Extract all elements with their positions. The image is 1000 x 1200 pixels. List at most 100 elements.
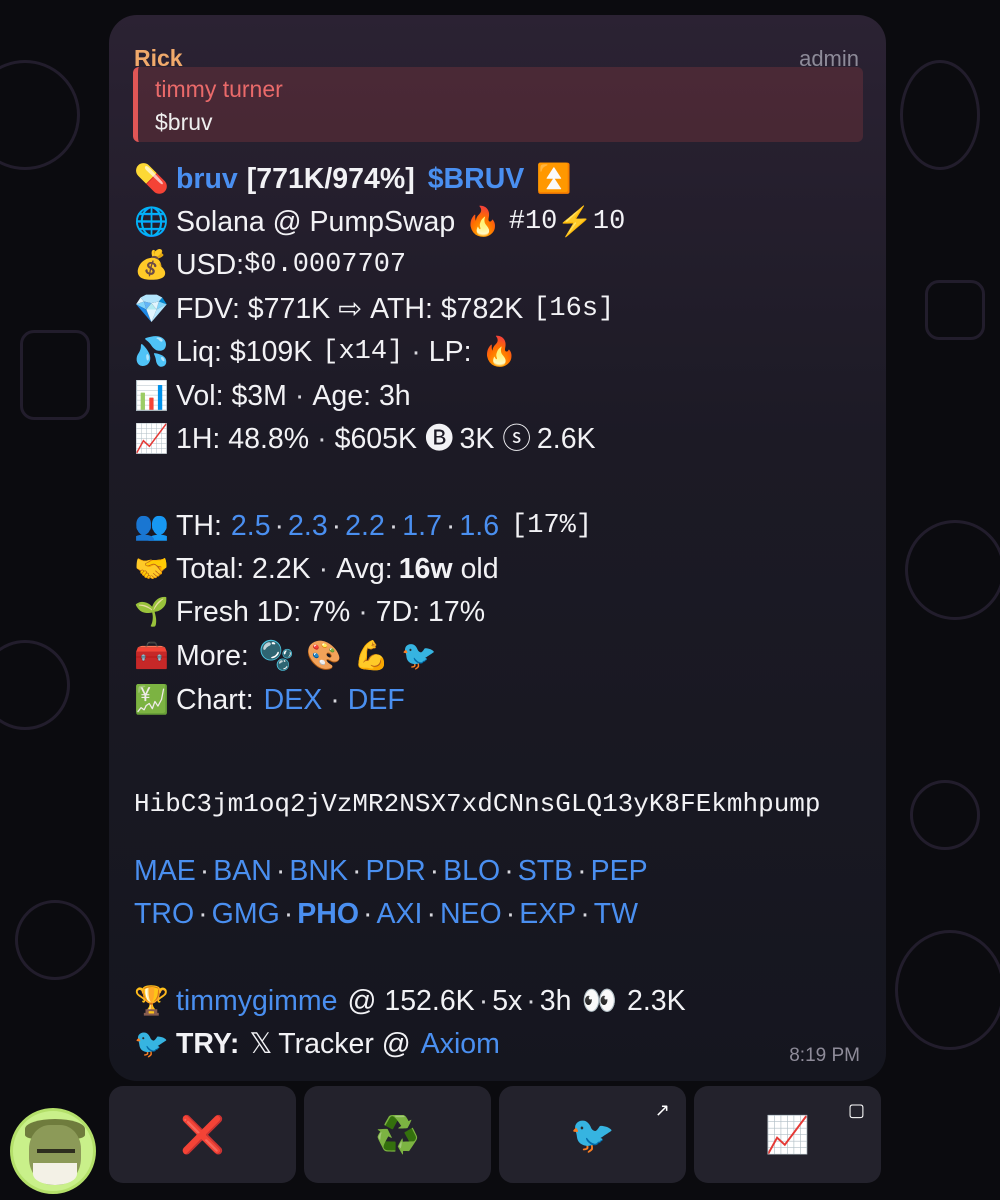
chain-line: 🌐 Solana @ PumpSwap 🔥 #10 ⚡ 10: [134, 202, 625, 242]
handshake-icon: 🤝: [134, 552, 169, 585]
seedling-icon: 🌱: [134, 595, 169, 628]
money-bag-icon: 💰: [134, 248, 169, 281]
bot-link[interactable]: BLO: [443, 851, 500, 891]
chart-app-button[interactable]: 📈 ▢: [694, 1086, 881, 1183]
liquidity-text: Liq: $109K: [176, 336, 313, 368]
separator: ·: [198, 898, 208, 930]
tracker-text: Tracker @: [278, 1028, 411, 1060]
avatar-beard: [33, 1163, 77, 1185]
pill-icon: 💊: [134, 162, 169, 195]
trophy-icon: 🏆: [134, 984, 169, 1017]
x-logo-icon: 𝕏: [249, 1028, 273, 1060]
bot-link[interactable]: NEO: [440, 894, 502, 934]
rank-text: #10: [508, 207, 558, 237]
bot-links-row-2: TRO · GMG · PHO · AXI · NEO · EXP · TW: [134, 894, 638, 934]
one-hour-change: 1H: 48.8%: [176, 423, 310, 455]
up-arrow-icon: ⏫: [536, 163, 572, 195]
axiom-link[interactable]: Axiom: [421, 1024, 500, 1064]
separator: ·: [388, 510, 399, 542]
liquidity-multiple: [x14]: [322, 337, 404, 367]
fire-icon: 🔥: [481, 336, 518, 368]
droplets-icon: 💦: [134, 335, 169, 368]
bot-link[interactable]: STB: [518, 851, 573, 891]
message-timestamp: 8:19 PM: [789, 1045, 860, 1066]
holder-link[interactable]: 2.3: [288, 506, 328, 546]
reply-quote[interactable]: timmy turner $bruv: [133, 67, 863, 142]
def-link[interactable]: DEF: [348, 680, 405, 720]
chart-yen-icon: 💹: [134, 683, 169, 716]
muscle-icon[interactable]: 💪: [354, 636, 390, 676]
bubbles-icon[interactable]: 🫧: [259, 636, 295, 676]
chart-label: Chart:: [176, 684, 254, 716]
holder-link[interactable]: 2.2: [345, 506, 385, 546]
wallpaper-doodle: [925, 280, 985, 340]
token-stats: [771K/974%]: [246, 163, 415, 195]
diamond-icon: 💎: [134, 292, 169, 325]
separator: ·: [526, 985, 536, 1017]
boost-count: 10: [592, 207, 626, 237]
ath-age: [16s]: [533, 294, 615, 324]
avatar-eyes: [37, 1149, 75, 1157]
bird-icon: 🐦: [570, 1114, 615, 1156]
bot-link[interactable]: PEP: [591, 851, 648, 891]
bird-icon[interactable]: 🐦: [401, 636, 437, 676]
separator: ·: [330, 684, 340, 716]
refresh-button[interactable]: ♻️: [304, 1086, 491, 1183]
chain-text: Solana @ PumpSwap: [176, 206, 456, 238]
separator: ·: [505, 898, 516, 930]
holder-link[interactable]: 1.6: [459, 506, 499, 546]
wallpaper-doodle: [0, 60, 80, 170]
contract-address[interactable]: HibC3jm1oq2jVzMR2NSX7xdCNnsGLQ13yK8FEkmh…: [134, 783, 874, 825]
usd-label: USD:: [176, 249, 245, 281]
bot-link[interactable]: BNK: [289, 851, 348, 891]
bot-link[interactable]: TRO: [134, 894, 194, 934]
recycle-icon: ♻️: [375, 1114, 420, 1156]
average-label: Avg:: [336, 553, 393, 585]
bot-link[interactable]: TW: [594, 894, 638, 934]
caller-multiple: 5x: [492, 985, 523, 1017]
bot-link[interactable]: BAN: [213, 851, 272, 891]
bot-links-row-1: MAE · BAN · BNK · PDR · BLO · STB · PEP: [134, 851, 648, 891]
separator: ·: [445, 510, 456, 542]
separator: ·: [199, 855, 210, 887]
bot-link[interactable]: PDR: [365, 851, 425, 891]
separator: ·: [577, 855, 587, 887]
holder-link[interactable]: 2.5: [231, 506, 271, 546]
average-suffix: old: [460, 553, 499, 585]
try-line: 🐦 TRY: 𝕏 Tracker @ Axiom: [134, 1024, 500, 1064]
separator: ·: [275, 855, 286, 887]
token-title-line: 💊 bruv [771K/974%] $BRUV ⏫: [134, 159, 572, 199]
reply-text: $bruv: [155, 109, 213, 135]
arrow-icon: ⇨: [338, 293, 363, 325]
ticker-link[interactable]: $BRUV: [428, 159, 525, 199]
top-holders-line: 👥 TH: 2.5 · 2.3 · 2.2 · 1.7 · 1.6 [17%]: [134, 506, 592, 546]
chart-up-icon: 📈: [765, 1114, 810, 1156]
holder-link[interactable]: 1.7: [402, 506, 442, 546]
sells-count: 2.6K: [536, 423, 596, 455]
bot-link[interactable]: PHO: [297, 894, 359, 934]
token-name-link[interactable]: bruv: [176, 159, 238, 199]
total-holders: Total: 2.2K: [176, 553, 311, 585]
fresh-one-day: Fresh 1D: 7%: [176, 596, 351, 628]
message-bubble[interactable]: Rick admin timmy turner $bruv 💊 bruv [77…: [109, 15, 886, 1081]
caller-link[interactable]: timmygimme: [176, 981, 338, 1021]
reply-author: timmy turner: [155, 76, 283, 102]
chart-line: 💹 Chart: DEX · DEF: [134, 680, 405, 720]
buys-icon: 🅑: [425, 423, 454, 455]
bot-link[interactable]: GMG: [212, 894, 280, 934]
tracker-link-button[interactable]: 🐦 ↗: [499, 1086, 686, 1183]
bot-link[interactable]: EXP: [519, 894, 576, 934]
bar-chart-icon: 📊: [134, 379, 169, 412]
palette-icon[interactable]: 🎨: [306, 636, 342, 676]
delete-button[interactable]: ❌: [109, 1086, 296, 1183]
fresh-wallets-line: 🌱 Fresh 1D: 7% · 7D: 17%: [134, 592, 485, 632]
fresh-seven-day: 7D: 17%: [375, 596, 486, 628]
bot-link[interactable]: AXI: [377, 894, 423, 934]
sender-avatar[interactable]: [10, 1108, 96, 1194]
ath-text: ATH: $782K: [370, 293, 524, 325]
dex-link[interactable]: DEX: [264, 680, 323, 720]
wallpaper-doodle: [15, 900, 95, 980]
separator: ·: [411, 336, 421, 368]
bot-link[interactable]: MAE: [134, 851, 196, 891]
separator: ·: [358, 596, 368, 628]
